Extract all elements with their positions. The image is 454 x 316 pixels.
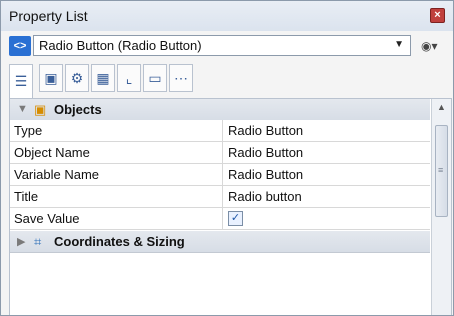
- eye-icon[interactable]: ◉▾: [421, 36, 447, 56]
- navigate-arrows-icon[interactable]: <>: [9, 36, 31, 56]
- object-box-icon: ▣: [34, 102, 47, 117]
- property-value[interactable]: Radio Button: [228, 167, 418, 182]
- collapse-triangle-icon[interactable]: ▼: [17, 103, 28, 115]
- object-icon[interactable]: ▣: [39, 64, 63, 92]
- property-value[interactable]: Radio button: [228, 189, 418, 204]
- column-divider: [222, 208, 223, 229]
- object-selector-dropdown[interactable]: Radio Button (Radio Button) ▼: [33, 35, 411, 56]
- column-divider: [222, 186, 223, 207]
- table-row: Variable Name Radio Button: [10, 164, 430, 186]
- property-name: Type: [14, 123, 43, 138]
- property-value[interactable]: Radio Button: [228, 123, 418, 138]
- property-name: Save Value: [14, 211, 80, 226]
- column-divider: [222, 142, 223, 163]
- section-title: Coordinates & Sizing: [54, 234, 185, 249]
- object-selector-row: <> Radio Button (Radio Button) ▼ ◉▾: [9, 34, 449, 60]
- section-objects[interactable]: ▼ ▣ Objects: [10, 99, 430, 121]
- property-list-panel: Property List × <> Radio Button (Radio B…: [0, 0, 454, 316]
- chart-icon[interactable]: ⌞: [117, 64, 141, 92]
- column-divider: [222, 120, 223, 141]
- save-value-checkbox[interactable]: ✓: [228, 211, 243, 226]
- coordinates-icon: ⌗: [34, 234, 42, 249]
- monitor-icon[interactable]: ▭: [143, 64, 167, 92]
- property-name: Variable Name: [14, 167, 100, 182]
- property-value[interactable]: Radio Button: [228, 145, 418, 160]
- section-title: Objects: [54, 102, 102, 117]
- scroll-thumb[interactable]: ≡: [435, 125, 448, 217]
- expand-triangle-icon[interactable]: ▶: [17, 235, 25, 248]
- property-name: Object Name: [14, 145, 90, 160]
- object-selector-value: Radio Button (Radio Button): [39, 38, 202, 53]
- more-icon[interactable]: ⋯: [169, 64, 193, 92]
- property-grid: ▼ ▣ Objects Type Radio Button Object Nam…: [9, 98, 452, 315]
- scroll-up-icon[interactable]: ▲: [434, 99, 449, 115]
- table-row: Object Name Radio Button: [10, 142, 430, 164]
- panel-title: Property List: [9, 8, 88, 24]
- title-bar: Property List ×: [1, 1, 453, 31]
- table-row: Type Radio Button: [10, 120, 430, 142]
- property-name: Title: [14, 189, 39, 204]
- table-row: Title Radio button: [10, 186, 430, 208]
- section-coordinates-sizing[interactable]: ▶ ⌗ Coordinates & Sizing: [10, 231, 430, 253]
- tabs-bar: ☰ ▣ ⚙ ▦ ⌞ ▭ ⋯: [9, 64, 449, 98]
- close-icon[interactable]: ×: [430, 8, 445, 23]
- gear-icon[interactable]: ⚙: [65, 64, 89, 92]
- vertical-scrollbar[interactable]: ▲ ≡: [431, 99, 451, 315]
- column-divider: [222, 164, 223, 185]
- layout-icon[interactable]: ▦: [91, 64, 115, 92]
- scroll-grip-icon: ≡: [438, 165, 444, 175]
- table-row: Save Value ✓: [10, 208, 430, 230]
- list-icon[interactable]: ☰: [9, 64, 33, 98]
- chevron-down-icon: ▼: [394, 39, 404, 50]
